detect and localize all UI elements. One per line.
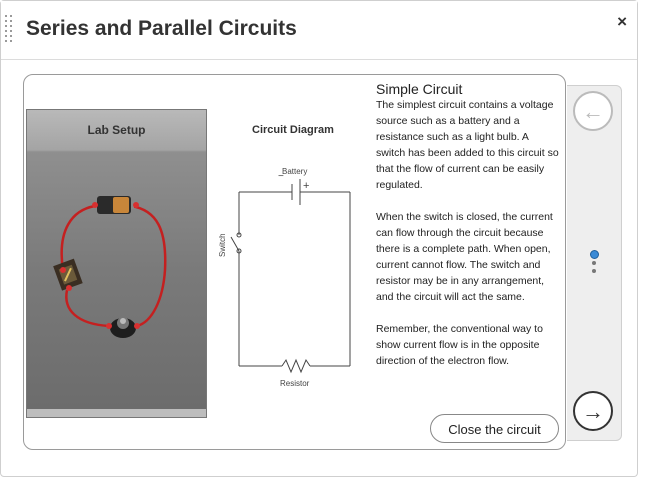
page-dot-active[interactable] xyxy=(590,250,599,259)
lab-setup-panel: Lab Setup xyxy=(26,109,207,418)
switch-label: Switch xyxy=(218,233,227,257)
diagram-title: Circuit Diagram xyxy=(252,124,334,136)
page-dot[interactable] xyxy=(592,269,596,273)
next-arrow-icon[interactable]: → xyxy=(573,391,613,431)
dialog: Series and Parallel Circuits × Lab Setup xyxy=(0,0,638,477)
page-dot[interactable] xyxy=(592,261,596,265)
content-card: Lab Setup Circuit Diagram − + Battery Re… xyxy=(23,74,566,450)
lab-shelf xyxy=(27,409,206,417)
paragraph-switch: When the switch is closed, the current c… xyxy=(376,211,553,303)
close-icon[interactable]: × xyxy=(617,12,627,32)
battery-plus-label: + xyxy=(303,180,309,192)
section-heading: Simple Circuit xyxy=(376,81,463,97)
dialog-titlebar: Series and Parallel Circuits × xyxy=(1,1,637,60)
paragraph-current: Remember, the conventional way to show c… xyxy=(376,323,543,367)
lab-circuit-illustration xyxy=(53,196,167,338)
circuit-diagram: − + Battery Resistor Switch xyxy=(218,167,351,388)
previous-arrow-icon[interactable]: ← xyxy=(573,91,613,131)
close-circuit-button[interactable]: Close the circuit xyxy=(430,414,559,443)
paragraph-intro: The simplest circuit contains a voltage … xyxy=(376,99,559,191)
drag-handle-icon[interactable] xyxy=(5,15,13,47)
battery-label: Battery xyxy=(282,167,307,176)
resistor-label: Resistor xyxy=(280,379,310,388)
explanation-text: Simple Circuit The simplest circuit cont… xyxy=(376,81,559,385)
dialog-title: Series and Parallel Circuits xyxy=(26,17,297,40)
